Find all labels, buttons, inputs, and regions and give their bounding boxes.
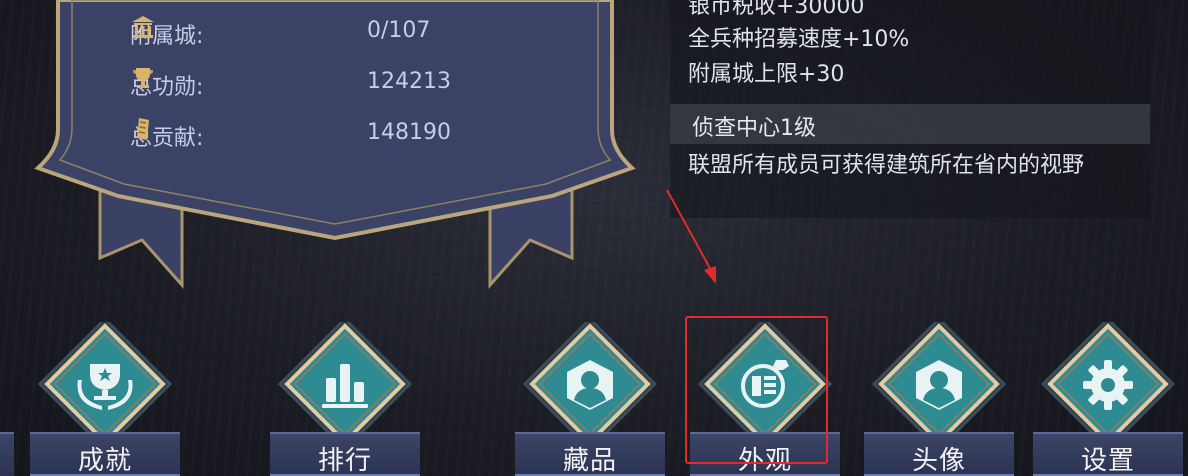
menu-label: 设置: [1080, 446, 1135, 476]
menu-label: 排行: [317, 446, 372, 476]
emblem-frame: [37, 322, 173, 442]
menu-settings[interactable]: 设置: [1033, 322, 1183, 476]
menu-appearance[interactable]: 外观: [690, 322, 840, 476]
menu-achievements[interactable]: 成就: [30, 322, 180, 476]
menu-label: 头像: [911, 446, 966, 476]
menu-label: 外观: [737, 446, 792, 476]
emblem-frame: [871, 322, 1007, 442]
menu-collection[interactable]: 藏品: [515, 322, 665, 476]
menu-label: 成就: [77, 446, 132, 476]
menu-ranking[interactable]: 排行: [270, 322, 420, 476]
menu-avatar[interactable]: 头像: [864, 322, 1014, 476]
menu-edge-bar: [0, 432, 14, 476]
emblem-frame: [1040, 322, 1176, 442]
emblem-frame: [522, 322, 658, 442]
emblem-frame: [697, 322, 833, 442]
emblem-frame: [277, 322, 413, 442]
gear-icon: [1083, 360, 1133, 410]
menu-label: 藏品: [562, 446, 617, 476]
